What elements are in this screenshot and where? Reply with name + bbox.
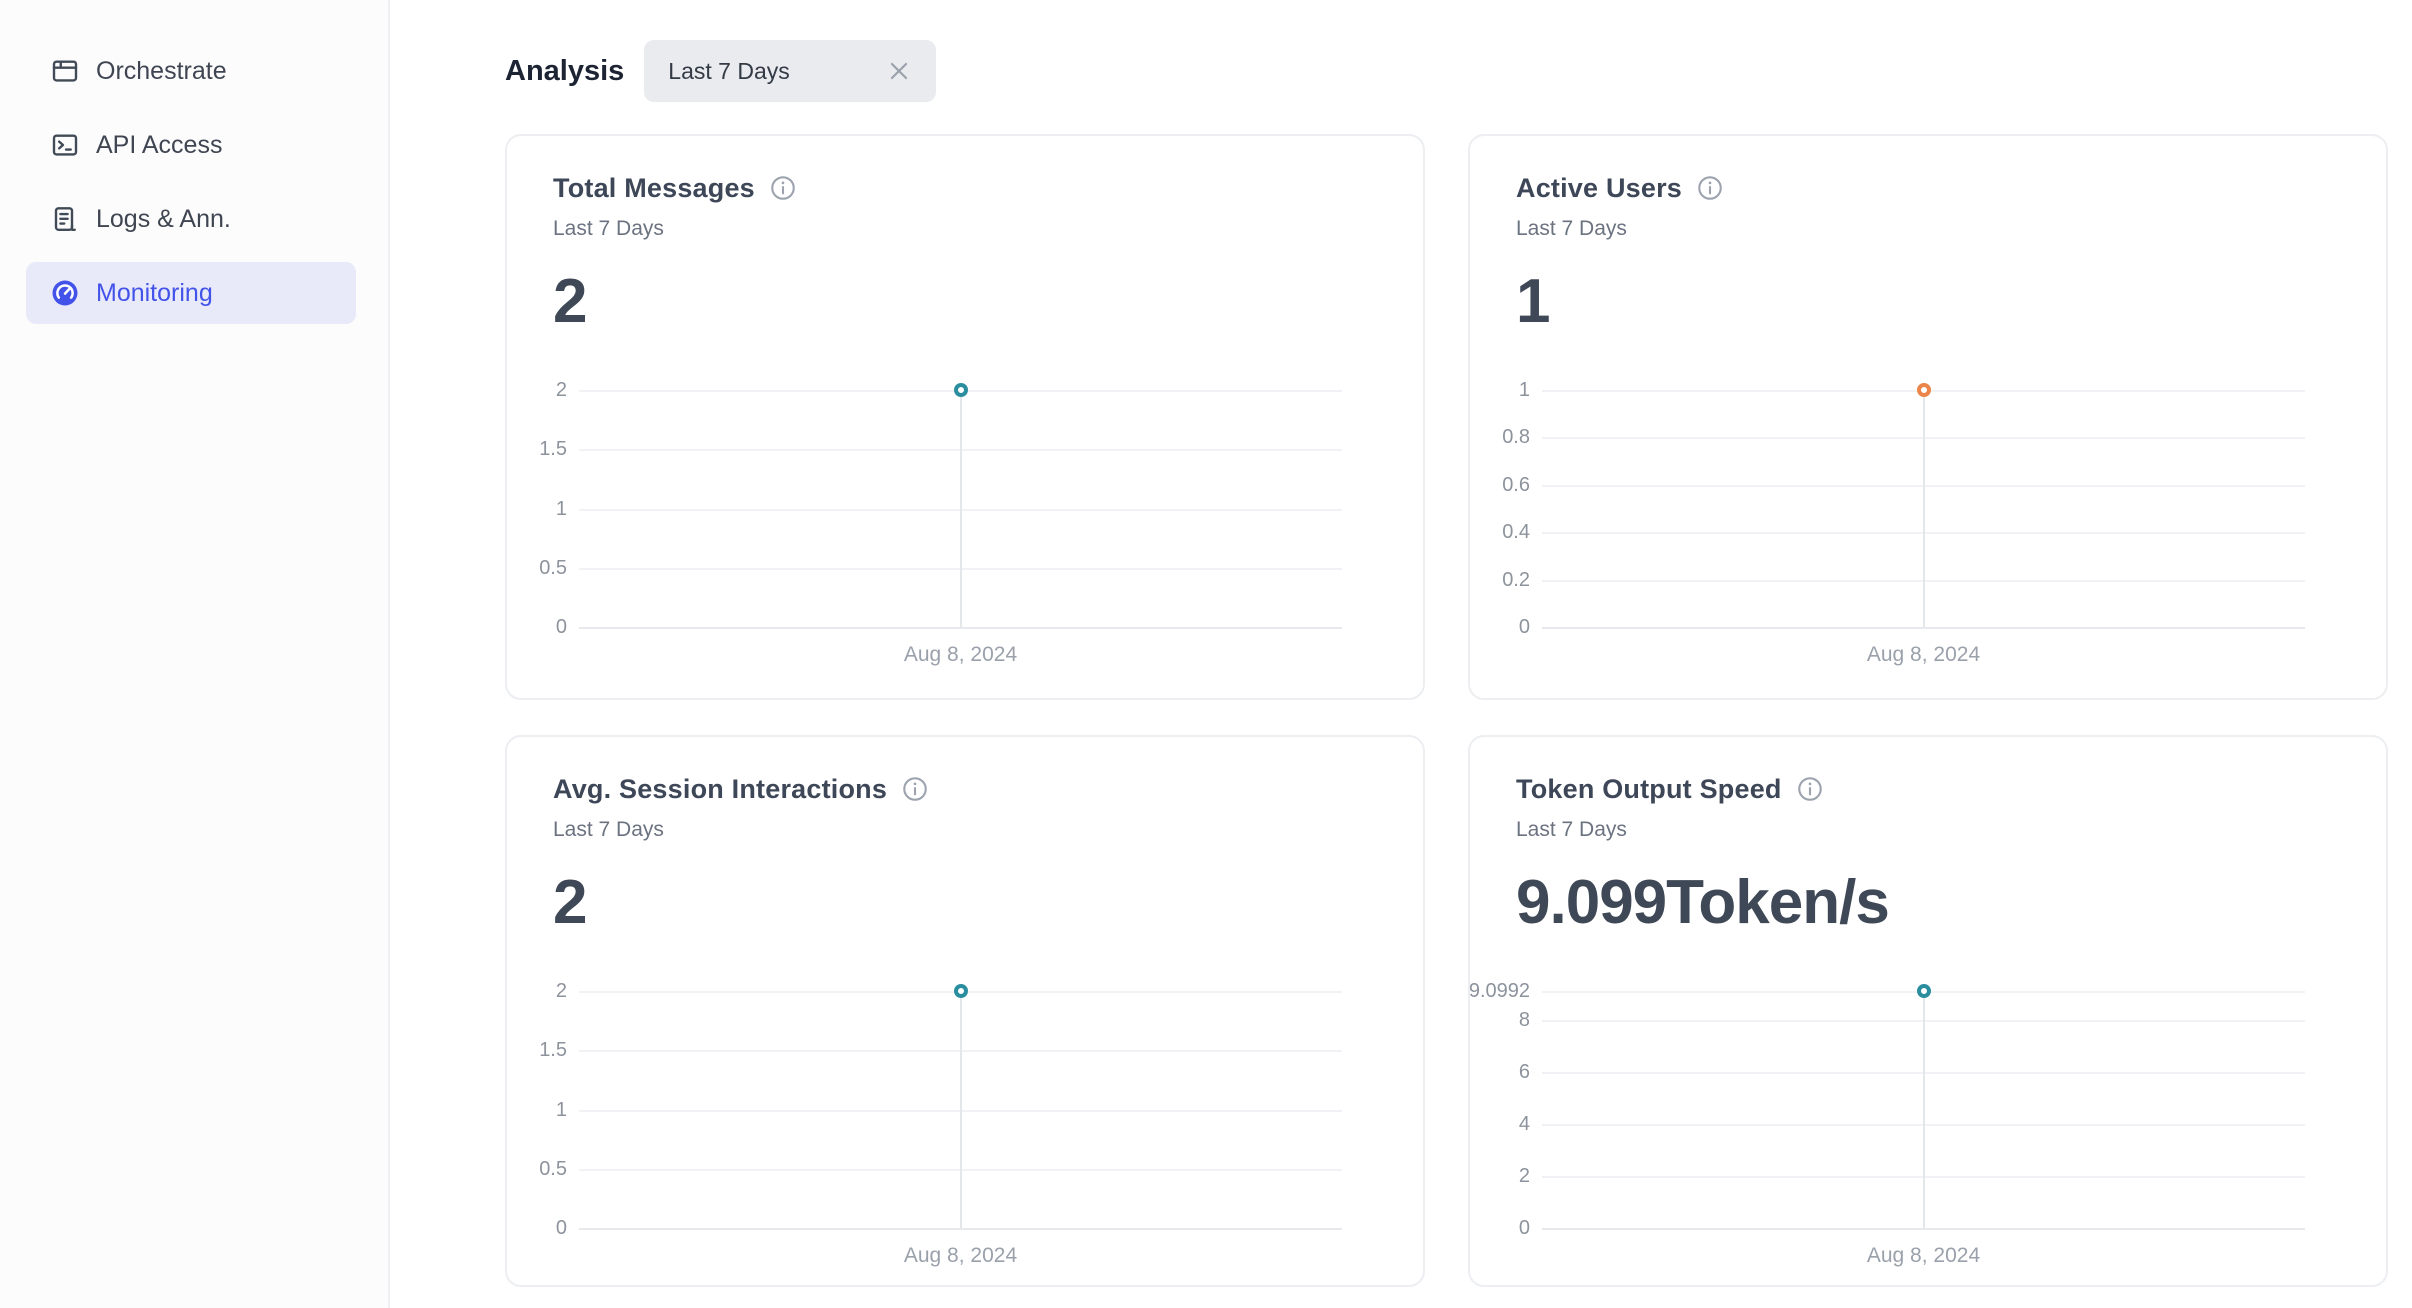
card-title: Active Users [1516,173,1682,204]
grid-line [1542,1228,2305,1230]
y-tick-label: 1 [556,1100,567,1120]
y-tick-label: 0.5 [539,558,567,578]
chart-plot-area: 10.80.60.40.20 [1542,390,2305,627]
grid-line [1542,627,2305,629]
y-tick-label: 9.0992 [1469,981,1530,1001]
x-axis-tick-label: Aug 8, 2024 [579,1244,1342,1268]
y-tick-label: 2 [556,981,567,1001]
y-tick-label: 1.5 [539,439,567,459]
y-tick-label: 0.8 [1502,427,1530,447]
data-point-drop-line [1923,390,1925,627]
close-icon[interactable] [886,58,912,84]
data-point-drop-line [960,991,962,1228]
info-icon[interactable] [1796,775,1824,803]
sidebar: Orchestrate API Access Logs & Ann. Monit… [0,0,390,1308]
grid-line [579,627,1342,629]
metric-card-avg-session-interactions: Avg. Session Interactions Last 7 Days 2 … [505,735,1425,1287]
chart-plot-area: 21.510.50 [579,991,1342,1228]
card-title: Token Output Speed [1516,774,1782,805]
y-tick-label: 1.5 [539,1040,567,1060]
y-tick-label: 0.5 [539,1159,567,1179]
sidebar-item-label: API Access [96,131,222,160]
sidebar-item-label: Orchestrate [96,57,227,86]
date-range-filter-chip[interactable]: Last 7 Days [644,40,936,102]
data-point-marker [954,984,968,998]
page-header: Analysis Last 7 Days [505,38,2412,104]
terminal-icon [50,130,80,160]
y-tick-label: 0 [1519,617,1530,637]
y-tick-label: 6 [1519,1062,1530,1082]
card-value: 9.099Token/s [1516,871,2340,935]
card-title: Avg. Session Interactions [553,774,887,805]
metric-card-token-output-speed: Token Output Speed Last 7 Days 9.099Toke… [1468,735,2388,1287]
gauge-icon [50,278,80,308]
sidebar-nav: Orchestrate API Access Logs & Ann. Monit… [26,40,356,324]
chart-plot-area: 21.510.50 [579,390,1342,627]
card-title: Total Messages [553,173,755,204]
y-tick-label: 4 [1519,1114,1530,1134]
info-icon[interactable] [901,775,929,803]
chart-plot-area: 9.099286420 [1542,991,2305,1228]
card-title-row: Token Output Speed [1516,771,2340,807]
grid-line [579,1228,1342,1230]
metric-chart: 10.80.60.40.20 Aug 8, 2024 [1516,390,2340,667]
sidebar-item-label: Monitoring [96,279,213,308]
y-tick-label: 8 [1519,1010,1530,1030]
logs-document-icon [50,204,80,234]
y-tick-label: 2 [556,380,567,400]
x-axis-tick-label: Aug 8, 2024 [1542,643,2305,667]
card-value: 2 [553,270,1377,334]
metric-chart: 21.510.50 Aug 8, 2024 [553,390,1377,667]
data-point-drop-line [1923,991,1925,1228]
card-title-row: Avg. Session Interactions [553,771,1377,807]
data-point-marker [954,383,968,397]
metric-card-total-messages: Total Messages Last 7 Days 2 21.510.50 A… [505,134,1425,700]
metric-cards-grid: Total Messages Last 7 Days 2 21.510.50 A… [505,134,2412,1287]
sidebar-item-logs-ann[interactable]: Logs & Ann. [26,188,356,250]
y-tick-label: 0 [556,1218,567,1238]
date-range-filter-label: Last 7 Days [668,58,789,85]
card-subtitle: Last 7 Days [553,214,1377,244]
data-point-marker [1917,984,1931,998]
y-tick-label: 2 [1519,1166,1530,1186]
card-title-row: Total Messages [553,170,1377,206]
y-tick-label: 0.4 [1502,522,1530,542]
sidebar-item-orchestrate[interactable]: Orchestrate [26,40,356,102]
metric-chart: 9.099286420 Aug 8, 2024 [1516,991,2340,1268]
card-subtitle: Last 7 Days [553,815,1377,845]
info-icon[interactable] [769,174,797,202]
card-value: 1 [1516,270,2340,334]
main-content: Analysis Last 7 Days Total Messages [390,0,2412,1308]
data-point-drop-line [960,390,962,627]
card-title-row: Active Users [1516,170,2340,206]
x-axis-tick-label: Aug 8, 2024 [579,643,1342,667]
data-point-marker [1917,383,1931,397]
y-tick-label: 0 [556,617,567,637]
sidebar-item-api-access[interactable]: API Access [26,114,356,176]
y-tick-label: 0.2 [1502,570,1530,590]
app-window: Orchestrate API Access Logs & Ann. Monit… [0,0,2412,1308]
metric-chart: 21.510.50 Aug 8, 2024 [553,991,1377,1268]
card-subtitle: Last 7 Days [1516,815,2340,845]
x-axis-tick-label: Aug 8, 2024 [1542,1244,2305,1268]
page-title: Analysis [505,55,624,88]
card-subtitle: Last 7 Days [1516,214,2340,244]
metric-card-active-users: Active Users Last 7 Days 1 10.80.60.40.2… [1468,134,2388,700]
y-tick-label: 0 [1519,1218,1530,1238]
sidebar-item-monitoring[interactable]: Monitoring [26,262,356,324]
info-icon[interactable] [1696,174,1724,202]
card-value: 2 [553,871,1377,935]
sidebar-item-label: Logs & Ann. [96,205,231,234]
window-layout-icon [50,56,80,86]
y-tick-label: 1 [1519,380,1530,400]
y-tick-label: 0.6 [1502,475,1530,495]
y-tick-label: 1 [556,499,567,519]
